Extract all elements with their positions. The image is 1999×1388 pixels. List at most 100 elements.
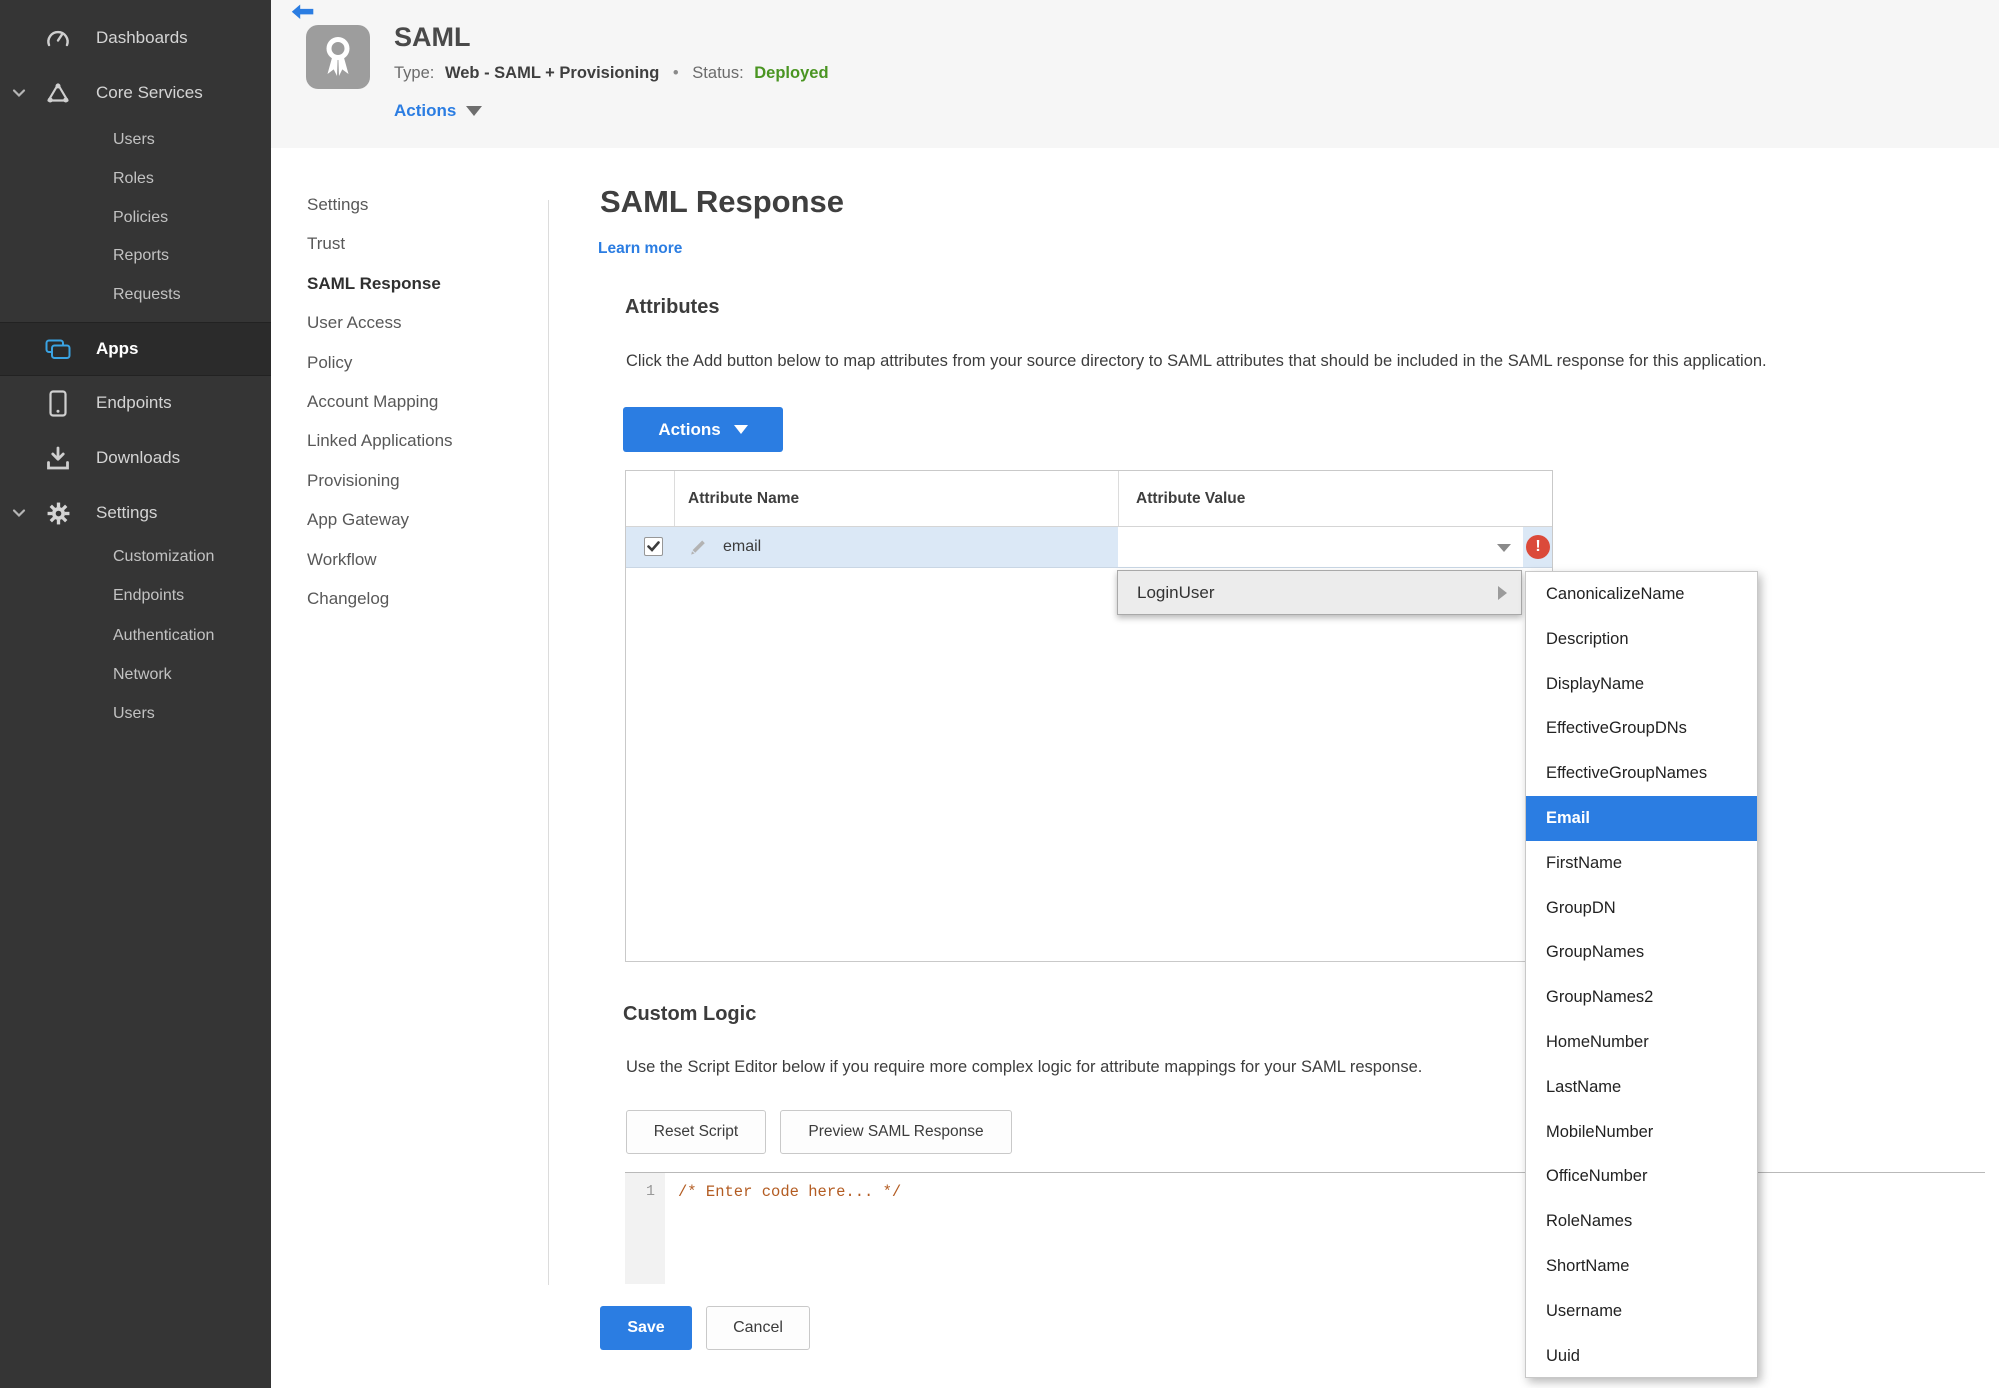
row-checkbox[interactable] <box>644 537 663 556</box>
app-nav-item[interactable]: Linked Applications <box>307 421 542 460</box>
attribute-name-cell: email <box>723 538 762 555</box>
submenu-arrow-icon <box>1498 585 1507 600</box>
sidebar-item-downloads[interactable]: Downloads <box>0 439 271 477</box>
submenu-item[interactable]: RoleNames <box>1526 1199 1757 1244</box>
app-nav-item[interactable]: Policy <box>307 343 542 382</box>
download-tray-icon <box>44 446 72 471</box>
preview-saml-response-button[interactable]: Preview SAML Response <box>780 1110 1012 1154</box>
save-button[interactable]: Save <box>600 1306 692 1350</box>
submenu-item[interactable]: GroupDN <box>1526 886 1757 931</box>
sidebar-subitem[interactable]: Users <box>0 694 271 733</box>
sidebar-settings-subnav: Customization Endpoints Authentication Netw… <box>0 537 271 733</box>
save-label: Save <box>627 1319 665 1336</box>
sidebar-item-apps[interactable]: Apps <box>0 322 271 376</box>
sidebar-item-settings[interactable]: Settings <box>0 494 271 532</box>
table-row[interactable]: email ! <box>626 527 1552 568</box>
attribute-value-dropdown[interactable] <box>1118 527 1523 567</box>
type-value: Web - SAML + Provisioning <box>444 64 660 82</box>
submenu-item[interactable]: OfficeNumber <box>1526 1154 1757 1199</box>
sidebar-subitem[interactable]: Reports <box>0 237 271 276</box>
app-nav-item[interactable]: App Gateway <box>307 500 542 539</box>
value-menu-label: LoginUser <box>1137 582 1215 602</box>
sidebar-item-label: Dashboards <box>96 28 188 47</box>
sidebar-subitem[interactable]: Requests <box>0 276 271 315</box>
app-nav-item[interactable]: User Access <box>307 303 542 342</box>
submenu-item[interactable]: HomeNumber <box>1526 1020 1757 1065</box>
submenu-item[interactable]: Uuid <box>1526 1334 1757 1379</box>
column-divider <box>674 471 675 526</box>
app-nav-item[interactable]: Changelog <box>307 579 542 618</box>
loginuser-submenu: CanonicalizeName Description DisplayName Ef… <box>1525 571 1758 1378</box>
app-nav-item[interactable]: Trust <box>307 224 542 263</box>
app-nav-item[interactable]: SAML Response <box>307 264 542 303</box>
sidebar-subitem[interactable]: Authentication <box>0 616 271 655</box>
app-settings-nav: Settings Trust SAML Response User Access Pol… <box>307 185 542 618</box>
submenu-item[interactable]: Email <box>1526 795 1757 841</box>
reset-script-button[interactable]: Reset Script <box>626 1110 766 1154</box>
chevron-down-icon <box>1497 544 1511 552</box>
submenu-item[interactable]: Username <box>1526 1289 1757 1334</box>
learn-more-link[interactable]: Learn more <box>598 240 682 258</box>
column-header-attribute-name: Attribute Name <box>688 490 800 507</box>
gear-icon <box>44 501 72 526</box>
sidebar-subitem[interactable]: Customization <box>0 537 271 576</box>
page-title: SAML Response <box>600 184 845 219</box>
app-nav-item[interactable]: Account Mapping <box>307 382 542 421</box>
sidebar-subitem[interactable]: Endpoints <box>0 576 271 615</box>
sidebar-item-endpoints[interactable]: Endpoints <box>0 384 271 422</box>
submenu-item[interactable]: Description <box>1526 617 1757 662</box>
core-services-icon <box>44 81 72 105</box>
header-actions-menu[interactable]: Actions <box>394 101 483 121</box>
sidebar-item-core-services[interactable]: Core Services <box>0 74 271 112</box>
app-nav-item[interactable]: Provisioning <box>307 461 542 500</box>
pencil-icon[interactable] <box>688 537 708 557</box>
submenu-item[interactable]: FirstName <box>1526 841 1757 886</box>
app-window: Dashboards Core Services Users Roles Polic… <box>0 0 1999 1388</box>
chevron-down-icon <box>466 106 483 116</box>
app-header: SAML Type: Web - SAML + Provisioning • S… <box>271 0 1999 148</box>
status-label: Status: <box>692 64 744 82</box>
column-divider <box>1118 471 1119 526</box>
sidebar-subitem[interactable]: Roles <box>0 160 271 199</box>
column-header-attribute-value: Attribute Value <box>1136 490 1246 507</box>
stacked-windows-icon <box>44 339 72 360</box>
editor-line-number: 1 <box>645 1183 655 1200</box>
ribbon-badge-icon <box>306 25 370 89</box>
submenu-item[interactable]: GroupNames2 <box>1526 975 1757 1020</box>
sidebar-subitem[interactable]: Network <box>0 655 271 694</box>
sidebar-subitem[interactable]: Policies <box>0 199 271 238</box>
header-actions-label: Actions <box>394 101 457 120</box>
status-badge: Deployed <box>754 64 829 82</box>
submenu-item[interactable]: LastName <box>1526 1065 1757 1110</box>
sidebar-item-label: Endpoints <box>96 393 172 412</box>
sidebar-subitem[interactable]: Users <box>0 121 271 160</box>
chevron-down-icon <box>12 509 26 518</box>
app-nav-item[interactable]: Settings <box>307 185 542 224</box>
sidebar-item-label: Downloads <box>96 448 181 467</box>
type-label: Type: <box>394 64 435 82</box>
chevron-down-icon <box>12 89 26 98</box>
cancel-label: Cancel <box>733 1319 783 1336</box>
submenu-item[interactable]: EffectiveGroupDNs <box>1526 706 1757 751</box>
submenu-item[interactable]: EffectiveGroupNames <box>1526 751 1757 796</box>
back-arrow-icon[interactable] <box>291 4 314 20</box>
submenu-item[interactable]: MobileNumber <box>1526 1110 1757 1155</box>
script-editor-input[interactable]: /* Enter code here... */ <box>678 1183 901 1201</box>
mobile-device-icon <box>44 389 72 417</box>
value-menu-loginuser[interactable]: LoginUser <box>1117 570 1522 615</box>
submenu-item[interactable]: GroupNames <box>1526 930 1757 975</box>
cancel-button[interactable]: Cancel <box>706 1306 810 1350</box>
preview-saml-response-label: Preview SAML Response <box>808 1123 984 1140</box>
app-nav-item[interactable]: Workflow <box>307 540 542 579</box>
attributes-actions-button[interactable]: Actions <box>623 407 783 452</box>
attributes-table: Attribute Name Attribute Value email ! <box>625 470 1553 962</box>
sidebar-item-dashboards[interactable]: Dashboards <box>0 19 271 57</box>
attributes-actions-label: Actions <box>658 419 721 439</box>
nav-content-divider <box>548 200 549 1285</box>
submenu-item[interactable]: ShortName <box>1526 1244 1757 1289</box>
submenu-item[interactable]: CanonicalizeName <box>1526 572 1757 617</box>
meta-separator: • <box>672 64 679 82</box>
submenu-item[interactable]: DisplayName <box>1526 662 1757 707</box>
editor-top-border <box>625 1172 1985 1173</box>
custom-logic-description: Use the Script Editor below if you requi… <box>626 1058 1423 1076</box>
